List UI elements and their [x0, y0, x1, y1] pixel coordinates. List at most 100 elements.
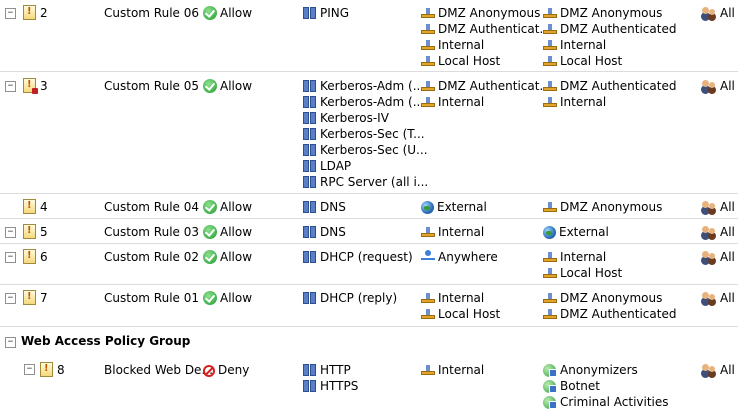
rule-action: Allow [203, 290, 252, 306]
url-category-icon [543, 379, 557, 393]
rule-name: Custom Rule 05 [104, 79, 199, 93]
network-label: External [437, 200, 487, 214]
group-label: Web Access Policy Group [21, 334, 191, 348]
rule-order: 4 [40, 200, 48, 214]
rule-name: Blocked Web De... [104, 363, 213, 377]
access-rule-icon [23, 78, 38, 94]
network-label: Internal [438, 95, 485, 109]
network-item: DMZ Authenticat... [421, 78, 551, 94]
protocol-label: RPC Server (all i... [320, 175, 429, 189]
policy-rule-row[interactable]: − 3 Custom Rule 05 Allow Kerberos-Adm (.… [0, 73, 738, 194]
url-category-label: Criminal Activities [560, 395, 669, 409]
network-label: DMZ Authenticat... [438, 22, 551, 36]
rule-from: DMZ Authenticat... Internal [421, 78, 551, 110]
url-category-icon [543, 363, 557, 377]
network-icon [421, 38, 435, 52]
network-icon [543, 6, 557, 20]
deny-icon [203, 365, 215, 377]
protocol-icon [303, 363, 317, 377]
rule-condition: All [701, 290, 735, 306]
url-category-item: Criminal Activities [543, 394, 669, 410]
rule-protocols: DNS [303, 224, 346, 240]
rule-from: Anywhere [421, 249, 498, 265]
policy-rule-row[interactable]: − 7 Custom Rule 01 Allow DHCP (reply) In… [0, 286, 738, 327]
protocol-icon [303, 250, 317, 264]
url-category-item: Anonymizers [543, 362, 669, 378]
network-label: Internal [438, 225, 485, 239]
network-item: Internal [421, 224, 484, 240]
condition-label: All [720, 200, 735, 214]
rule-name: Custom Rule 03 [104, 225, 199, 239]
collapse-icon[interactable]: − [5, 337, 16, 348]
protocol-label: Kerberos-IV [320, 111, 389, 125]
rule-action: Allow [203, 199, 252, 215]
network-item: DMZ Authenticated [543, 21, 676, 37]
rule-action: Allow [203, 78, 252, 94]
policy-rule-row[interactable]: − 6 Custom Rule 02 Allow DHCP (request) … [0, 245, 738, 285]
allow-icon [203, 250, 217, 264]
protocol-label: DNS [320, 200, 346, 214]
protocol-label: DNS [320, 225, 346, 239]
network-label: Anywhere [438, 250, 498, 264]
protocol-icon [303, 379, 317, 393]
rule-action: Allow [203, 224, 252, 240]
protocol-item: DNS [303, 199, 346, 215]
policy-rule-row[interactable]: 4 Custom Rule 04 Allow DNS External DMZ … [0, 195, 738, 219]
network-icon [421, 307, 435, 321]
rule-name: Custom Rule 01 [104, 291, 199, 305]
action-label: Allow [220, 200, 253, 214]
network-label: DMZ Anonymous [438, 6, 541, 20]
policy-rule-row[interactable]: − 8 Blocked Web De... Deny HTTP HTTPS In… [0, 356, 738, 416]
network-icon [543, 266, 557, 280]
network-icon [421, 6, 435, 20]
network-item: DMZ Authenticated [543, 78, 676, 94]
protocol-icon [303, 200, 317, 214]
rule-to: DMZ Authenticated Internal [543, 78, 676, 110]
collapse-icon[interactable]: − [5, 252, 16, 263]
network-item: DMZ Anonymous [543, 290, 676, 306]
network-item: Internal [543, 249, 622, 265]
users-icon [701, 363, 717, 377]
network-label: External [559, 225, 609, 239]
collapse-icon[interactable]: − [24, 364, 35, 375]
protocol-icon [303, 143, 317, 157]
policy-rule-row[interactable]: − 5 Custom Rule 03 Allow DNS Internal Ex… [0, 220, 738, 244]
collapse-icon[interactable]: − [5, 8, 16, 19]
access-rule-icon [40, 362, 53, 377]
rule-protocols: DHCP (request) [303, 249, 413, 265]
protocol-item: DNS [303, 224, 346, 240]
network-icon [543, 22, 557, 36]
protocol-item: DHCP (request) [303, 249, 413, 265]
network-icon [421, 54, 435, 68]
rule-from: Internal Local Host [421, 290, 500, 322]
policy-rule-row[interactable]: − 2 Custom Rule 06 Allow PING DMZ Anonym… [0, 0, 738, 72]
anywhere-icon [421, 250, 435, 264]
protocol-item: LDAP [303, 158, 428, 174]
allow-icon [203, 79, 217, 93]
globe-icon [543, 226, 556, 239]
network-item: External [421, 199, 487, 215]
network-label: Internal [438, 363, 485, 377]
collapse-icon[interactable]: − [5, 227, 16, 238]
collapse-icon[interactable]: − [5, 81, 16, 92]
network-icon [421, 22, 435, 36]
network-item: Local Host [421, 306, 500, 322]
network-label: Local Host [438, 54, 501, 68]
collapse-icon[interactable]: − [5, 293, 16, 304]
network-label: DMZ Anonymous [560, 291, 663, 305]
network-item: DMZ Anonymous [543, 5, 676, 21]
rule-to: External [543, 224, 609, 240]
network-icon [421, 363, 435, 377]
protocol-item: HTTPS [303, 378, 358, 394]
users-icon [701, 250, 717, 264]
network-item: Local Host [543, 265, 622, 281]
rule-name: Custom Rule 06 [104, 6, 199, 20]
protocol-label: Kerberos-Adm (... [320, 79, 425, 93]
protocol-icon [303, 95, 317, 109]
protocol-icon [303, 175, 317, 189]
protocol-icon [303, 79, 317, 93]
users-icon [701, 225, 717, 239]
protocol-label: Kerberos-Adm (... [320, 95, 425, 109]
policy-group-row[interactable]: − Web Access Policy Group [0, 328, 738, 354]
network-item: Local Host [543, 53, 676, 69]
